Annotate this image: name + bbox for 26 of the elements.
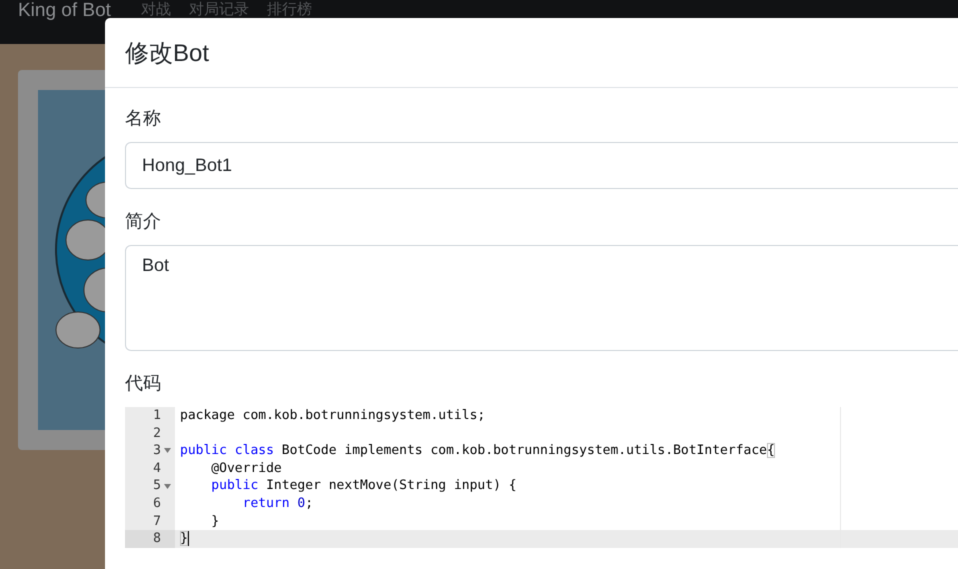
name-input[interactable]: Hong_Bot1: [125, 142, 958, 189]
line-number: 5: [152, 477, 161, 495]
code-line: }: [210, 512, 220, 530]
code-line: public Integer nextMove(String input) {: [210, 477, 517, 495]
code-line: return 0;: [242, 494, 314, 513]
code-line: public class BotCode implements com.kob.botrunningsystem.utils.BotInterface{: [180, 442, 775, 460]
line-number: 6: [152, 494, 161, 513]
line-number: 4: [152, 460, 161, 478]
fold-icon[interactable]: [164, 484, 171, 489]
field-label: 代码: [125, 372, 161, 395]
brand-title[interactable]: King of Bot: [18, 0, 111, 22]
code-line: @Override: [210, 460, 282, 478]
modal-title: 修改Bot: [125, 38, 210, 68]
line-number: 1: [152, 407, 161, 425]
field-label: 简介: [125, 210, 161, 233]
text-cursor: [188, 531, 190, 546]
line-number: 8: [152, 530, 161, 548]
field-label: 名称: [125, 107, 161, 130]
line-number: 2: [152, 424, 161, 442]
line-number: 3: [152, 442, 161, 460]
code-line: package com.kob.botrunningsystem.utils;: [180, 407, 486, 425]
description-textarea[interactable]: Bot: [125, 245, 958, 351]
fold-icon[interactable]: [164, 448, 171, 454]
line-number: 7: [152, 512, 161, 530]
code-line: }: [180, 530, 188, 548]
code-editor[interactable]: 1 package com.kob.botrunningsystem.utils; 2 3 public class BotCode implements com.kob.botrunningsystem.utils.BotInterface{ 4 @Override 5 public Integer nextMove(String input) { 6 return 0; 7 } 8 }: [125, 407, 958, 548]
